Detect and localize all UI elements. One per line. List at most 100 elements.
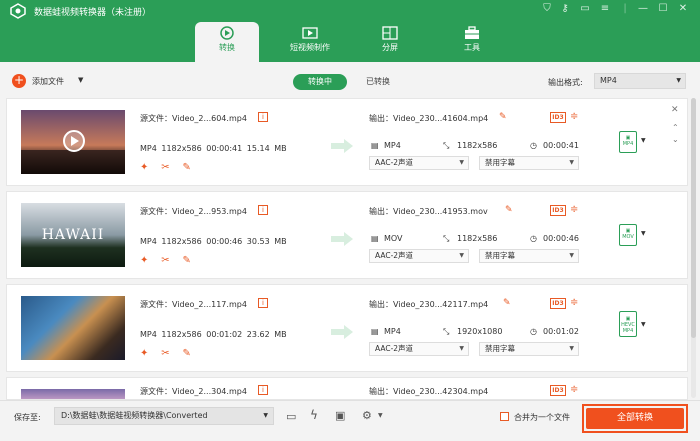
info-icon[interactable]: i (258, 112, 268, 122)
rename-icon[interactable]: ✎ (505, 205, 513, 215)
subtitle-value: 禁用字幕 (485, 251, 515, 260)
enhance-icon[interactable]: ✦ (140, 255, 148, 266)
converting-tab[interactable]: 转换中 (293, 74, 347, 90)
info-icon[interactable]: i (258, 298, 268, 308)
resolution-icon: ⤡ (443, 141, 450, 150)
add-file-button[interactable]: 添加文件 (32, 76, 64, 87)
cut-icon[interactable]: ✂ (161, 162, 169, 173)
scrollbar-thumb[interactable] (691, 98, 696, 338)
short-video-icon (302, 27, 318, 39)
settings-icon[interactable]: ≑ (570, 111, 578, 122)
close-icon[interactable]: ✕ (676, 2, 690, 16)
audio-track-select[interactable]: AAC-2声道 ▼ (369, 156, 469, 170)
merge-checkbox[interactable] (500, 412, 509, 421)
audio-track-select[interactable]: AAC-2声道 ▼ (369, 249, 469, 263)
video-thumbnail[interactable] (21, 389, 125, 399)
hw-accel-icon[interactable]: ID3 (550, 298, 566, 309)
video-thumbnail[interactable] (21, 296, 125, 360)
remove-icon[interactable]: ✕ (671, 105, 679, 115)
subtitle-select[interactable]: 禁用字幕 ▼ (479, 249, 579, 263)
format-badge-icon[interactable]: ▣ MP4 (619, 131, 637, 153)
source-size: 15.14 MB (246, 144, 287, 153)
tab-split-screen-label: 分屏 (382, 43, 398, 52)
play-icon[interactable] (63, 130, 85, 152)
chevron-down-icon[interactable]: ▼ (641, 137, 646, 144)
hw-accel-icon[interactable]: ID3 (550, 205, 566, 216)
scrollbar-track[interactable] (691, 98, 696, 398)
chevron-down-icon: ▼ (263, 412, 268, 419)
settings-icon[interactable]: ≑ (570, 204, 578, 215)
chevron-down-icon[interactable]: ▼ (641, 230, 646, 237)
edit-actions: ✦ ✂ ✎ (140, 348, 191, 359)
tab-tools[interactable]: 工具 (440, 22, 504, 62)
rename-icon[interactable]: ✎ (503, 298, 511, 308)
chevron-down-icon[interactable]: ▼ (641, 321, 646, 328)
output-format-value: MP4 (600, 76, 617, 85)
hardware-on-icon[interactable]: ▣ (335, 409, 345, 422)
edit-icon[interactable]: ✎ (183, 348, 191, 359)
split-screen-icon (382, 26, 398, 40)
chevron-down-icon: ▼ (569, 345, 574, 352)
chevron-down-icon[interactable]: ▼ (378, 412, 383, 419)
subtitle-select[interactable]: 禁用字幕 ▼ (479, 342, 579, 356)
source-meta: MP4 1182x586 00:00:41 15.14 MB (140, 144, 287, 153)
subtitle-select[interactable]: 禁用字幕 ▼ (479, 156, 579, 170)
video-thumbnail[interactable] (21, 110, 125, 174)
tab-convert[interactable]: 转换 (195, 22, 259, 62)
source-duration: 00:01:02 (206, 330, 243, 339)
enhance-icon[interactable]: ✦ (140, 348, 148, 359)
cut-icon[interactable]: ✂ (161, 348, 169, 359)
subtitle-value: 禁用字幕 (485, 344, 515, 353)
gpu-off-icon[interactable]: ϟ (310, 408, 318, 422)
move-down-icon[interactable]: ⌄ (672, 135, 679, 144)
edit-icon[interactable]: ✎ (183, 255, 191, 266)
settings-icon[interactable]: ≑ (570, 384, 578, 395)
separator: | (623, 3, 627, 14)
source-duration: 00:00:41 (206, 144, 243, 153)
add-icon[interactable]: + (12, 74, 26, 88)
settings-icon[interactable]: ≑ (570, 297, 578, 308)
maximize-icon[interactable]: ☐ (656, 2, 670, 16)
thumbnail-title: HAWAII (41, 227, 105, 243)
hw-accel-icon[interactable]: ID3 (550, 385, 566, 396)
audio-track-select[interactable]: AAC-2声道 ▼ (369, 342, 469, 356)
audio-track-value: AAC-2声道 (375, 251, 414, 260)
save-path-select[interactable]: D:\数据蛙\数据蛙视频转换器\Converted ▼ (54, 407, 274, 425)
menu-icon[interactable]: ≡ (598, 2, 612, 16)
key-icon[interactable]: ⚷ (558, 2, 572, 16)
file-item: 源文件：Video_2...117.mp4 i MP4 1182x586 00:… (6, 284, 688, 372)
feedback-icon[interactable]: ▭ (578, 2, 592, 16)
source-filename: 源文件：Video_2...304.mp4 (140, 387, 247, 396)
hw-accel-icon[interactable]: ID3 (550, 112, 566, 123)
folder-icon[interactable]: ▭ (286, 410, 296, 423)
cart-icon[interactable]: ⛉ (540, 2, 554, 16)
format-badge-icon[interactable]: ▣ MOV (619, 224, 637, 246)
video-thumbnail[interactable]: HAWAII (21, 203, 125, 267)
tab-tools-label: 工具 (464, 43, 480, 52)
tab-convert-label: 转换 (219, 43, 235, 52)
edit-icon[interactable]: ✎ (183, 162, 191, 173)
enhance-icon[interactable]: ✦ (140, 162, 148, 173)
chevron-down-icon: ▼ (569, 252, 574, 259)
tab-short-video-label: 短视频制作 (290, 43, 330, 52)
converted-tab[interactable]: 已转换 (358, 74, 398, 90)
cut-icon[interactable]: ✂ (161, 255, 169, 266)
output-format-label: 输出格式: (548, 78, 583, 87)
convert-all-button[interactable]: 全部转换 (586, 408, 684, 429)
rename-icon[interactable]: ✎ (499, 112, 507, 122)
move-up-icon[interactable]: ⌃ (672, 123, 679, 132)
source-duration: 00:00:46 (206, 237, 243, 246)
format-badge-icon[interactable]: ▣ HEVC MP4 (619, 311, 637, 337)
output-format-select[interactable]: MP4 ▼ (594, 73, 686, 89)
add-file-dropdown-icon[interactable]: ▼ (78, 76, 83, 84)
info-icon[interactable]: i (258, 205, 268, 215)
minimize-icon[interactable]: — (636, 2, 650, 16)
convert-icon (220, 26, 234, 40)
info-icon[interactable]: i (258, 385, 268, 395)
source-filename: 源文件：Video_2...953.mp4 (140, 207, 247, 216)
tab-split-screen[interactable]: 分屏 (358, 22, 422, 62)
chevron-down-icon: ▼ (569, 159, 574, 166)
tab-short-video[interactable]: 短视频制作 (278, 22, 342, 62)
gear-icon[interactable]: ⚙ (362, 409, 372, 422)
subtitle-value: 禁用字幕 (485, 158, 515, 167)
